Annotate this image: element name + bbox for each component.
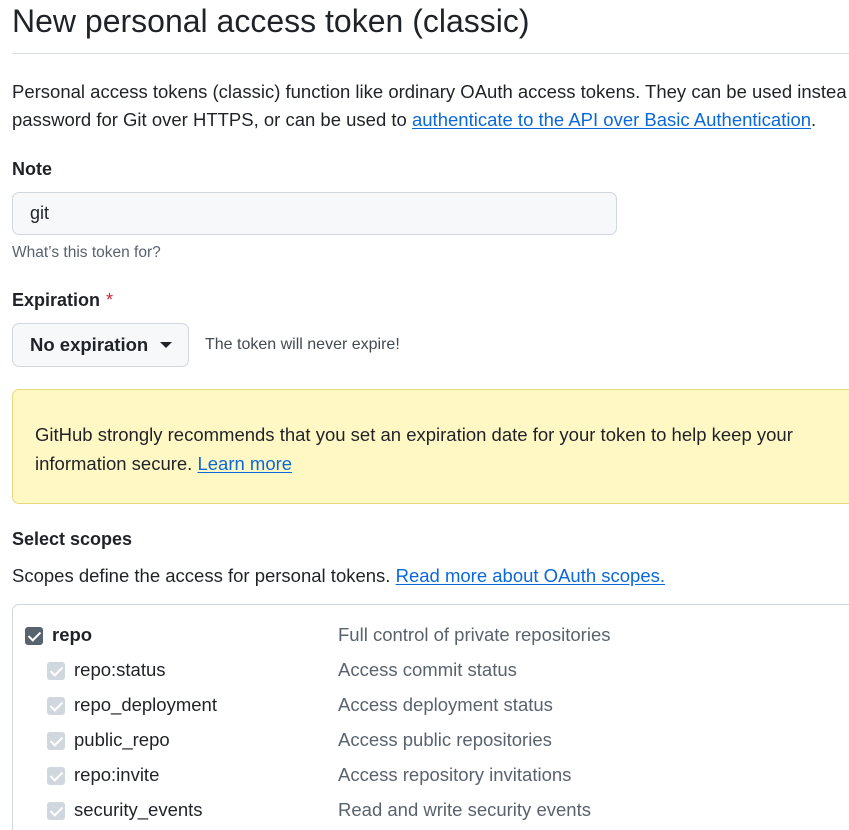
intro-text-end: . [811,109,817,130]
scopes-table: repo Full control of private repositorie… [12,604,849,830]
scope-name: repo [52,624,93,645]
caret-down-icon [160,342,173,348]
scope-description: Read and write security events [338,799,591,820]
scope-description: Access commit status [338,659,517,680]
scope-description: Full control of private repositories [338,624,611,645]
expiration-label-text: Expiration [12,290,101,310]
scope-row-public-repo: public_repo Access public repositories [13,724,849,759]
page-title: New personal access token (classic) [12,3,530,39]
title-divider [12,53,849,54]
scope-name: repo:status [74,659,166,680]
scope-name: repo_deployment [74,694,217,715]
scope-checkbox-repo-status[interactable] [47,662,65,680]
scope-row-repo-invite: repo:invite Access repository invitation… [13,759,849,794]
checkmark-icon [49,697,63,712]
scope-row-security-events: security_events Read and write security … [13,794,849,829]
checkmark-icon [49,662,63,677]
warning-text: GitHub strongly recommends that you set … [35,420,849,478]
expiration-label: Expiration * [12,290,113,311]
intro-text-line2: password for Git over HTTPS, or can be u… [12,109,412,130]
checkmark-icon [49,802,63,817]
scope-row-repo: repo Full control of private repositorie… [13,619,849,654]
checkmark-icon [49,732,63,747]
note-input[interactable] [12,192,617,235]
scope-name: repo:invite [74,764,160,785]
scopes-description-text: Scopes define the access for personal to… [12,565,396,586]
select-scopes-label: Select scopes [12,529,133,549]
scope-checkbox-repo-deployment[interactable] [47,697,65,715]
note-hint: What’s this token for? [12,244,161,261]
expiration-selected-value: No expiration [30,334,149,355]
intro-text-line1: Personal access tokens (classic) functio… [12,81,847,102]
scope-name: security_events [74,799,203,820]
scope-checkbox-security-events[interactable] [47,802,65,820]
scope-description: Access repository invitations [338,764,572,785]
scope-description: Access public repositories [338,729,552,750]
oauth-scopes-link[interactable]: Read more about OAuth scopes. [396,565,665,586]
expiration-warning-flash: GitHub strongly recommends that you set … [12,389,849,504]
scope-checkbox-public-repo[interactable] [47,732,65,750]
scope-row-repo-status: repo:status Access commit status [13,654,849,689]
scope-checkbox-repo-invite[interactable] [47,767,65,785]
note-label: Note [12,159,52,179]
checkmark-icon [27,627,41,642]
scope-row-repo-deployment: repo_deployment Access deployment status [13,689,849,724]
scope-description: Access deployment status [338,694,553,715]
warning-message: GitHub strongly recommends that you set … [35,424,793,474]
intro-paragraph: Personal access tokens (classic) functio… [12,78,849,134]
expiration-select[interactable]: No expiration [12,323,189,367]
scope-name: public_repo [74,729,170,750]
learn-more-link[interactable]: Learn more [197,453,292,474]
expiration-hint: The token will never expire! [205,336,400,353]
checkmark-icon [49,767,63,782]
scopes-description: Scopes define the access for personal to… [12,565,665,587]
required-marker: * [106,290,114,310]
scope-checkbox-repo[interactable] [25,627,43,645]
basic-auth-link[interactable]: authenticate to the API over Basic Authe… [412,109,811,130]
